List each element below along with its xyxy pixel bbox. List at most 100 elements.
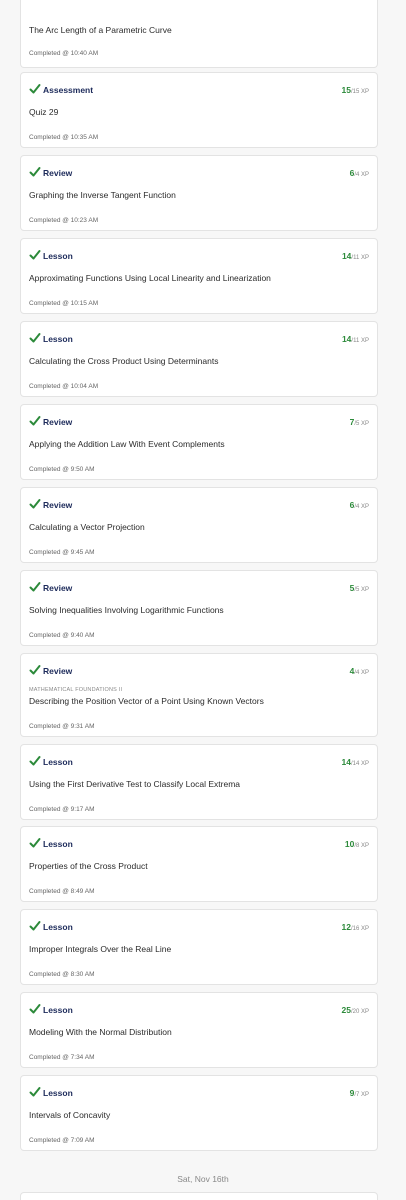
activity-title: Approximating Functions Using Local Line… xyxy=(29,273,271,283)
course-category: MATHEMATICAL FOUNDATIONS II xyxy=(29,687,123,693)
activity-title: Quiz 29 xyxy=(29,107,59,117)
activity-type: Review xyxy=(43,168,73,178)
xp-badge: 5/5 XP xyxy=(350,583,369,593)
xp-badge: 14/11 XP xyxy=(342,251,369,261)
completed-time: Completed @ 8:49 AM xyxy=(29,888,95,895)
check-icon xyxy=(29,249,41,261)
xp-earned: 14 xyxy=(341,757,351,767)
xp-total: /11 XP xyxy=(351,255,369,261)
activity-card[interactable]: Lesson 14/11 XP Approximating Functions … xyxy=(20,238,378,314)
xp-earned: 15 xyxy=(341,85,351,95)
xp-badge: 12/16 XP xyxy=(342,922,369,932)
xp-badge: 6/4 XP xyxy=(350,168,369,178)
xp-badge: 15/15 XP xyxy=(342,85,369,95)
xp-badge: 9/7 XP xyxy=(350,1088,369,1098)
activity-title: The Arc Length of a Parametric Curve xyxy=(29,25,172,35)
activity-title: Modeling With the Normal Distribution xyxy=(29,1027,172,1037)
activity-type: Assessment xyxy=(43,85,94,95)
activity-card[interactable]: Review 7/5 XP Applying the Addition Law … xyxy=(20,404,378,480)
check-icon xyxy=(29,920,41,932)
activity-title: Calculating a Vector Projection xyxy=(29,522,145,532)
activity-type: Lesson xyxy=(43,922,73,932)
activity-type: Lesson xyxy=(43,251,73,261)
check-icon xyxy=(29,332,41,344)
check-icon xyxy=(29,837,41,849)
activity-card[interactable]: Review 4/4 XP MATHEMATICAL FOUNDATIONS I… xyxy=(20,653,378,737)
date-separator: Sat, Nov 16th xyxy=(177,1174,229,1184)
activity-title: Improper Integrals Over the Real Line xyxy=(29,944,172,954)
xp-earned: 12 xyxy=(341,922,351,932)
activity-title: Solving Inequalities Involving Logarithm… xyxy=(29,605,224,615)
activity-card[interactable] xyxy=(20,1192,378,1200)
check-icon xyxy=(29,498,41,510)
xp-total: /4 XP xyxy=(354,172,369,178)
completed-time: Completed @ 9:17 AM xyxy=(29,806,95,813)
xp-badge: 7/5 XP xyxy=(350,417,369,427)
xp-total: /15 XP xyxy=(350,89,369,95)
completed-time: Completed @ 10:04 AM xyxy=(29,383,99,390)
check-icon xyxy=(29,83,41,95)
activity-card[interactable]: Review 6/4 XP Calculating a Vector Proje… xyxy=(20,487,378,563)
xp-total: /4 XP xyxy=(354,670,369,676)
activity-card[interactable]: The Arc Length of a Parametric Curve Com… xyxy=(20,0,378,68)
completed-time: Completed @ 9:40 AM xyxy=(29,632,95,639)
xp-total: /5 XP xyxy=(354,421,369,427)
xp-badge: 14/11 XP xyxy=(342,334,369,344)
completed-time: Completed @ 7:34 AM xyxy=(29,1054,95,1061)
activity-card[interactable]: Lesson 12/16 XP Improper Integrals Over … xyxy=(20,909,378,985)
activity-type: Lesson xyxy=(43,1088,73,1098)
xp-total: /5 XP xyxy=(354,587,369,593)
completed-time: Completed @ 7:09 AM xyxy=(29,1137,95,1144)
activity-card[interactable]: Assessment 15/15 XP Quiz 29 Completed @ … xyxy=(20,72,378,148)
completed-time: Completed @ 9:45 AM xyxy=(29,549,95,556)
activity-title: Graphing the Inverse Tangent Function xyxy=(29,190,176,200)
activity-card[interactable]: Lesson 10/8 XP Properties of the Cross P… xyxy=(20,826,378,902)
xp-earned: 14 xyxy=(341,251,352,261)
activity-card[interactable]: Review 6/4 XP Graphing the Inverse Tange… xyxy=(20,155,378,231)
activity-card[interactable]: Lesson 9/7 XP Intervals of Concavity Com… xyxy=(20,1075,378,1151)
activity-card[interactable]: Lesson 14/11 XP Calculating the Cross Pr… xyxy=(20,321,378,397)
completed-time: Completed @ 8:30 AM xyxy=(29,971,95,978)
activity-type: Lesson xyxy=(43,757,73,767)
activity-title: Calculating the Cross Product Using Dete… xyxy=(29,356,219,366)
check-icon xyxy=(29,1003,41,1015)
activity-type: Review xyxy=(43,666,73,676)
xp-total: /14 XP xyxy=(350,761,369,767)
completed-time: Completed @ 10:35 AM xyxy=(29,134,99,141)
xp-badge: 14/14 XP xyxy=(342,757,369,767)
activity-title: Intervals of Concavity xyxy=(29,1110,111,1120)
xp-total: /16 XP xyxy=(350,926,369,932)
xp-total: /11 XP xyxy=(351,338,369,344)
xp-total: /7 XP xyxy=(354,1092,369,1098)
xp-badge: 6/4 XP xyxy=(350,500,369,510)
completed-time: Completed @ 10:40 AM xyxy=(29,50,99,57)
check-icon xyxy=(29,415,41,427)
xp-badge: 25/20 XP xyxy=(342,1005,369,1015)
activity-feed: CA The Arc Length of a Parametric Curve … xyxy=(0,0,406,1200)
xp-earned: 10 xyxy=(344,839,355,849)
activity-card[interactable]: Lesson 14/14 XP Using the First Derivati… xyxy=(20,744,378,820)
activity-type: Lesson xyxy=(43,1005,73,1015)
xp-earned: 14 xyxy=(341,334,352,344)
xp-total: /20 XP xyxy=(350,1009,369,1015)
completed-time: Completed @ 10:23 AM xyxy=(29,217,99,224)
activity-card[interactable]: Review 5/5 XP Solving Inequalities Invol… xyxy=(20,570,378,646)
activity-type: Review xyxy=(43,583,73,593)
completed-time: Completed @ 9:31 AM xyxy=(29,723,95,730)
completed-time: Completed @ 10:15 AM xyxy=(29,300,99,307)
xp-badge: 4/4 XP xyxy=(350,666,369,676)
activity-type: Lesson xyxy=(43,839,73,849)
activity-title: Describing the Position Vector of a Poin… xyxy=(29,696,264,706)
check-icon xyxy=(29,664,41,676)
activity-type: Review xyxy=(43,500,73,510)
activity-title: Using the First Derivative Test to Class… xyxy=(29,779,240,789)
activity-type: Lesson xyxy=(43,334,73,344)
completed-time: Completed @ 9:50 AM xyxy=(29,466,95,473)
xp-badge: 10/8 XP xyxy=(345,839,369,849)
check-icon xyxy=(29,166,41,178)
xp-earned: 25 xyxy=(341,1005,351,1015)
check-icon xyxy=(29,1086,41,1098)
activity-title: Applying the Addition Law With Event Com… xyxy=(29,439,225,449)
activity-title: Properties of the Cross Product xyxy=(29,861,148,871)
activity-card[interactable]: Lesson 25/20 XP Modeling With the Normal… xyxy=(20,992,378,1068)
